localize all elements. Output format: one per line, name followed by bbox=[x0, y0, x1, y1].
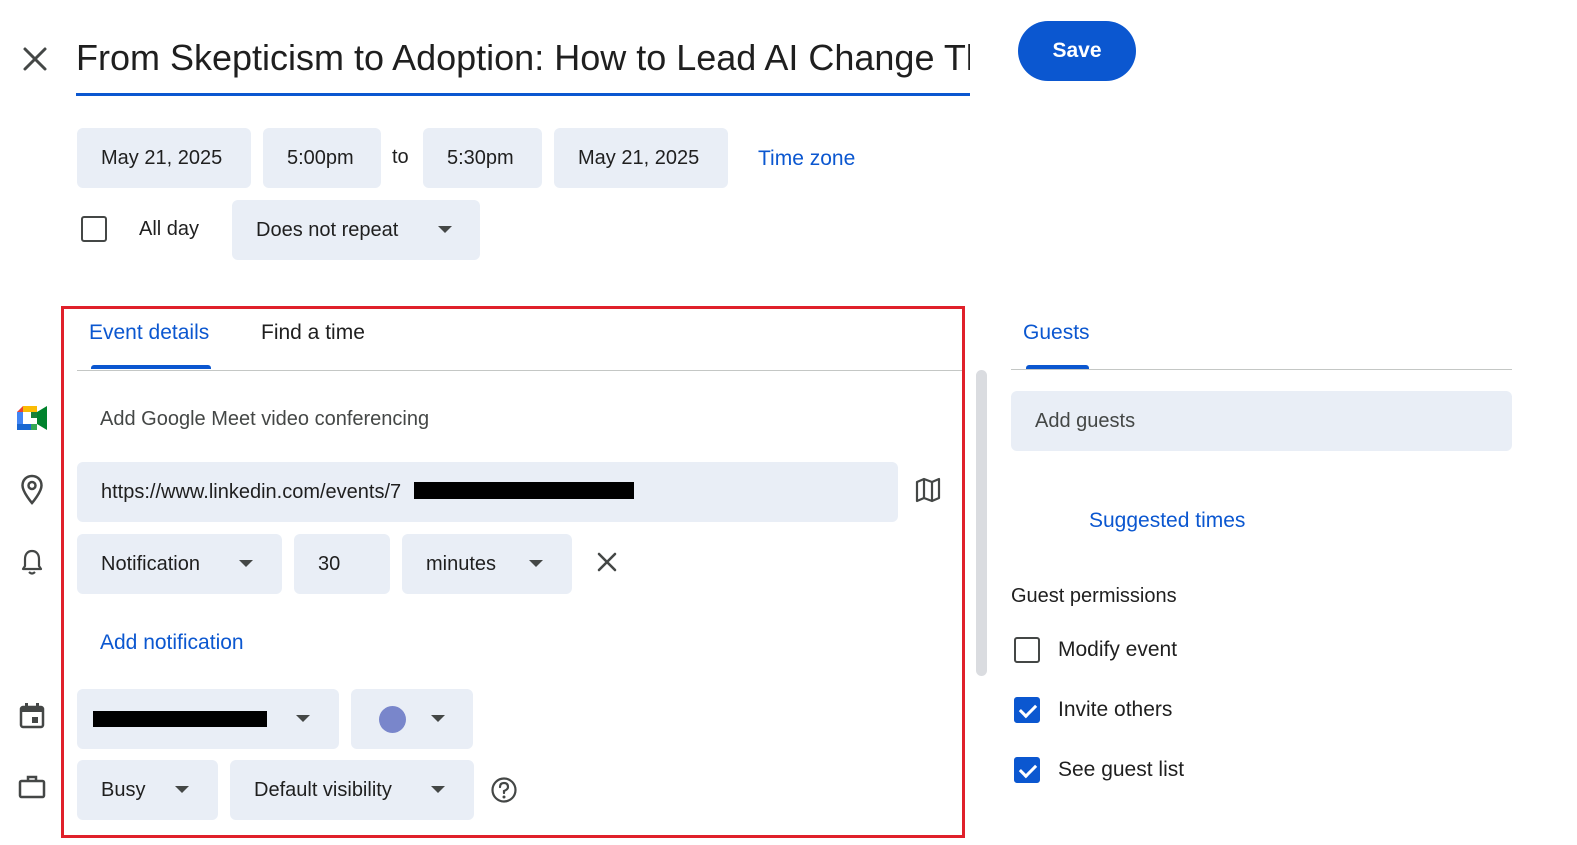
notification-unit-dropdown[interactable]: minutes bbox=[402, 534, 572, 594]
start-time-text: 5:00pm bbox=[287, 146, 354, 169]
time-zone-link[interactable]: Time zone bbox=[758, 147, 855, 171]
map-icon[interactable] bbox=[914, 476, 942, 504]
remove-notification-icon[interactable] bbox=[594, 549, 620, 575]
notification-type-dropdown[interactable]: Notification bbox=[77, 534, 282, 594]
calendar-icon bbox=[19, 703, 45, 729]
calendar-owner-redaction bbox=[93, 711, 267, 727]
tab-event-details-label: Event details bbox=[89, 321, 210, 344]
google-meet-icon bbox=[17, 406, 47, 430]
all-day-label: All day bbox=[139, 218, 200, 240]
end-date-field[interactable]: May 21, 2025 bbox=[554, 128, 728, 188]
add-google-meet-button[interactable]: Add Google Meet video conferencing bbox=[100, 408, 429, 431]
end-time-field[interactable]: 5:30pm bbox=[423, 128, 542, 188]
help-icon[interactable] bbox=[490, 776, 518, 804]
visibility-value: Default visibility bbox=[254, 778, 392, 801]
tab-event-details[interactable]: Event details bbox=[89, 321, 209, 371]
end-time-text: 5:30pm bbox=[447, 146, 514, 169]
event-color-dropdown[interactable] bbox=[351, 689, 473, 749]
tab-find-a-time[interactable]: Find a time bbox=[261, 321, 365, 371]
visibility-dropdown[interactable]: Default visibility bbox=[230, 760, 474, 820]
modify-event-label: Modify event bbox=[1058, 638, 1178, 661]
bell-icon bbox=[21, 548, 43, 576]
event-color-swatch bbox=[379, 706, 406, 733]
start-time-field[interactable]: 5:00pm bbox=[263, 128, 381, 188]
tabs-divider bbox=[77, 370, 962, 371]
notification-type-value: Notification bbox=[101, 552, 200, 575]
scrollbar[interactable] bbox=[976, 370, 987, 676]
location-pin-icon bbox=[20, 474, 44, 506]
chevron-down-icon bbox=[175, 786, 189, 793]
invite-others-label: Invite others bbox=[1058, 698, 1173, 721]
location-value: https://www.linkedin.com/events/7 bbox=[101, 480, 402, 503]
briefcase-icon bbox=[18, 775, 46, 799]
add-notification-link[interactable]: Add notification bbox=[100, 631, 244, 655]
end-date-text: May 21, 2025 bbox=[578, 146, 700, 169]
notification-amount-input[interactable]: 30 bbox=[294, 534, 390, 594]
modify-event-checkbox[interactable] bbox=[1014, 637, 1040, 663]
notification-unit-value: minutes bbox=[426, 552, 497, 575]
all-day-checkbox[interactable] bbox=[81, 216, 107, 242]
chevron-down-icon bbox=[431, 786, 445, 793]
start-date-field[interactable]: May 21, 2025 bbox=[77, 128, 251, 188]
chevron-down-icon bbox=[239, 560, 253, 567]
see-guest-list-label: See guest list bbox=[1058, 758, 1185, 781]
location-redaction bbox=[414, 482, 634, 499]
start-date-text: May 21, 2025 bbox=[101, 146, 223, 169]
availability-dropdown[interactable]: Busy bbox=[77, 760, 218, 820]
chevron-down-icon bbox=[431, 715, 445, 722]
calendar-owner-dropdown[interactable] bbox=[77, 689, 339, 749]
availability-value: Busy bbox=[101, 778, 146, 801]
repeat-value: Does not repeat bbox=[256, 218, 399, 241]
tab-find-a-time-label: Find a time bbox=[261, 321, 365, 344]
guests-divider bbox=[1011, 369, 1512, 370]
event-title-input[interactable]: From Skepticism to Adoption: How to Lead… bbox=[76, 30, 970, 96]
chevron-down-icon bbox=[438, 226, 452, 233]
tab-guests-label: Guests bbox=[1023, 321, 1090, 344]
save-button[interactable]: Save bbox=[1018, 21, 1136, 81]
guest-permissions-heading: Guest permissions bbox=[1011, 585, 1177, 607]
save-button-label: Save bbox=[1052, 39, 1102, 62]
repeat-dropdown[interactable]: Does not repeat bbox=[232, 200, 480, 260]
event-title-text: From Skepticism to Adoption: How to Lead… bbox=[76, 37, 970, 78]
see-guest-list-checkbox[interactable] bbox=[1014, 757, 1040, 783]
add-guests-placeholder: Add guests bbox=[1035, 409, 1136, 432]
notification-amount-value: 30 bbox=[318, 552, 341, 575]
to-label: to bbox=[392, 146, 409, 168]
chevron-down-icon bbox=[529, 560, 543, 567]
invite-others-checkbox[interactable] bbox=[1014, 697, 1040, 723]
tab-guests[interactable]: Guests bbox=[1023, 321, 1090, 371]
chevron-down-icon bbox=[296, 715, 310, 722]
tab-indicator bbox=[91, 365, 211, 369]
suggested-times-link[interactable]: Suggested times bbox=[1089, 509, 1245, 533]
add-guests-input[interactable]: Add guests bbox=[1011, 391, 1512, 451]
close-icon[interactable] bbox=[18, 42, 52, 76]
